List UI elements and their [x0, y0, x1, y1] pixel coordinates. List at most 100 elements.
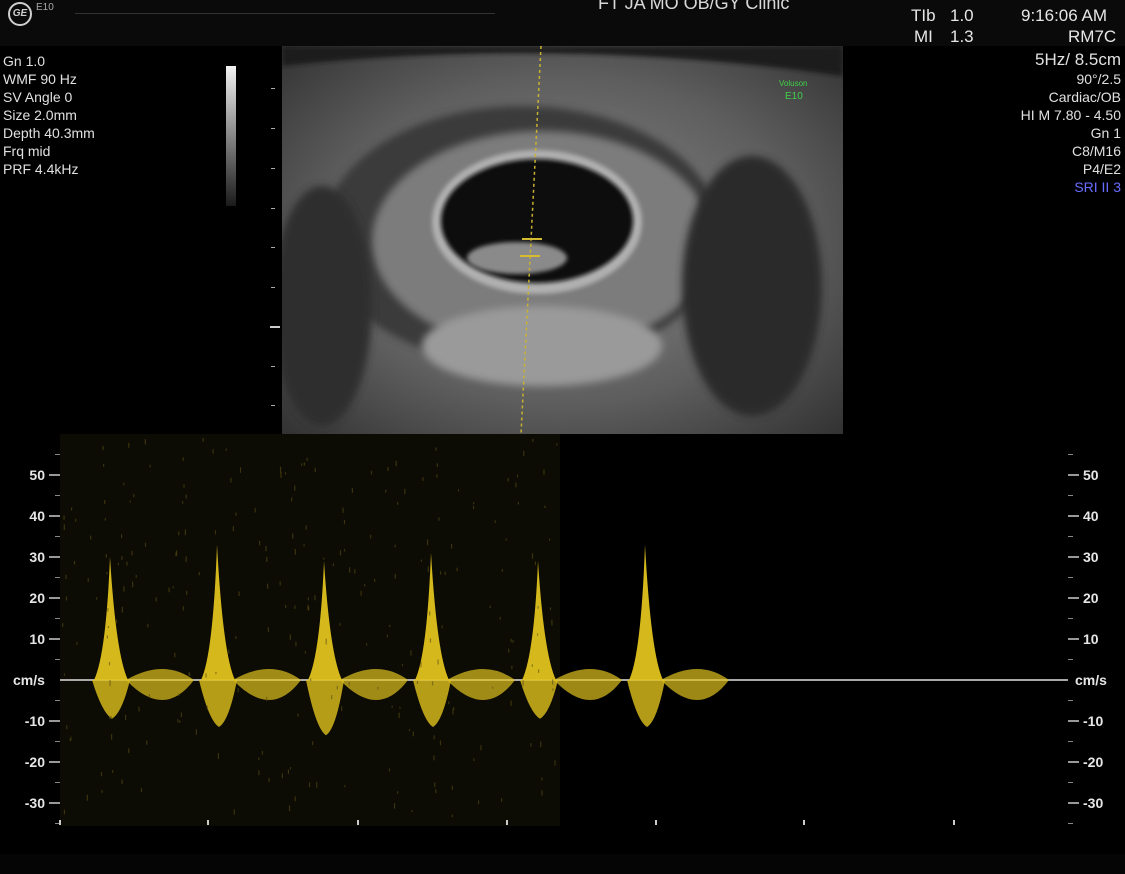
noise-speckle	[343, 519, 346, 525]
left-tick-label: 20	[29, 590, 45, 606]
noise-speckle	[530, 742, 532, 747]
noise-speckle	[412, 731, 414, 737]
right-tick-label: -10	[1083, 713, 1103, 729]
param-preset: Cardiac/OB	[1048, 89, 1121, 105]
noise-speckle	[366, 643, 368, 646]
noise-speckle	[291, 497, 293, 502]
noise-speckle	[472, 505, 475, 510]
noise-speckle	[386, 634, 388, 638]
noise-speckle	[433, 735, 435, 740]
noise-speckle	[301, 463, 303, 466]
depth-tick	[271, 405, 275, 406]
noise-speckle	[388, 768, 391, 772]
noise-speckle	[75, 518, 77, 522]
noise-speckle	[117, 562, 119, 566]
noise-speckle	[131, 550, 133, 556]
noise-speckle	[215, 671, 217, 675]
model-label: E10	[36, 2, 54, 13]
noise-speckle	[501, 568, 503, 572]
noise-speckle	[186, 590, 188, 595]
param-bmode-gain: Gn 1	[1090, 125, 1121, 141]
noise-speckle	[325, 638, 327, 645]
noise-speckle	[106, 572, 108, 575]
noise-speckle	[505, 538, 507, 541]
noise-speckle	[398, 712, 400, 719]
noise-speckle	[284, 472, 287, 475]
noise-speckle	[104, 517, 106, 521]
noise-speckle	[397, 502, 399, 505]
noise-speckle	[401, 664, 404, 667]
noise-speckle	[115, 619, 118, 624]
noise-speckle	[103, 463, 105, 467]
right-tick-label: 30	[1083, 549, 1099, 565]
noise-speckle	[254, 507, 256, 513]
left-tick-label: -30	[25, 795, 45, 811]
noise-speckle	[185, 494, 187, 499]
noise-speckle	[494, 520, 496, 523]
noise-speckle	[452, 709, 454, 715]
param-sv-angle: SV Angle 0	[3, 89, 73, 105]
embryo	[467, 242, 567, 274]
noise-speckle	[429, 638, 432, 643]
noise-speckle	[510, 700, 512, 706]
noise-speckle	[532, 438, 534, 442]
noise-speckle	[105, 553, 107, 558]
noise-speckle	[370, 534, 372, 539]
bmode-ultrasound-image[interactable]: Voluson E10	[282, 46, 843, 434]
noise-speckle	[351, 488, 353, 493]
noise-speckle	[128, 748, 130, 753]
noise-speckle	[294, 548, 296, 555]
noise-speckle	[544, 505, 546, 509]
noise-speckle	[349, 567, 351, 573]
noise-speckle	[206, 705, 208, 710]
noise-speckle	[189, 673, 191, 676]
left-tick-label: -10	[25, 713, 45, 729]
noise-speckle	[435, 447, 437, 451]
noise-speckle	[175, 552, 177, 557]
noise-speckle	[370, 470, 373, 475]
noise-speckle	[177, 719, 179, 723]
noise-speckle	[195, 729, 198, 735]
noise-speckle	[129, 500, 131, 503]
noise-speckle	[457, 488, 460, 492]
noise-speckle	[148, 694, 151, 698]
noise-speckle	[552, 688, 554, 691]
doppler-spectrum[interactable]: 50 50 40 40 30 30 20 20 10 10 -10 -10 -20 -20 -30 -30 cm…	[0, 434, 1125, 854]
systolic-peak[interactable]	[629, 544, 663, 680]
noise-speckle	[389, 624, 391, 628]
noise-speckle	[155, 597, 157, 602]
noise-speckle	[360, 590, 362, 596]
noise-speckle	[63, 515, 65, 520]
noise-speckle	[374, 578, 376, 583]
noise-speckle	[316, 781, 318, 788]
noise-speckle	[339, 623, 341, 626]
param-frame-rate-depth: 5Hz/ 8.5cm	[1035, 50, 1121, 69]
noise-speckle	[404, 488, 406, 495]
noise-speckle	[456, 567, 458, 572]
noise-speckle	[66, 725, 68, 730]
bottom-strip	[0, 854, 1125, 874]
noise-speckle	[416, 680, 419, 684]
noise-speckle	[531, 664, 533, 667]
noise-speckle	[259, 540, 261, 546]
noise-speckle	[473, 758, 475, 762]
param-size: Size 2.0mm	[3, 107, 77, 123]
noise-speckle	[265, 546, 267, 552]
placenta-echo	[422, 306, 662, 386]
noise-speckle	[543, 469, 545, 475]
noise-speckle	[436, 463, 438, 467]
noise-speckle	[70, 507, 73, 511]
noise-speckle	[121, 606, 123, 613]
unit-label-right: cm/s	[1075, 672, 1107, 688]
noise-speckle	[552, 679, 554, 685]
noise-speckle	[182, 457, 184, 461]
noise-speckle	[237, 688, 239, 693]
noise-speckle	[444, 571, 446, 576]
noise-speckle	[279, 581, 281, 586]
noise-speckle	[287, 769, 290, 774]
watermark-line1: Voluson	[779, 79, 807, 88]
noise-speckle	[292, 533, 294, 539]
noise-speckle	[342, 507, 344, 513]
noise-speckle	[332, 563, 334, 567]
noise-speckle	[515, 482, 517, 488]
